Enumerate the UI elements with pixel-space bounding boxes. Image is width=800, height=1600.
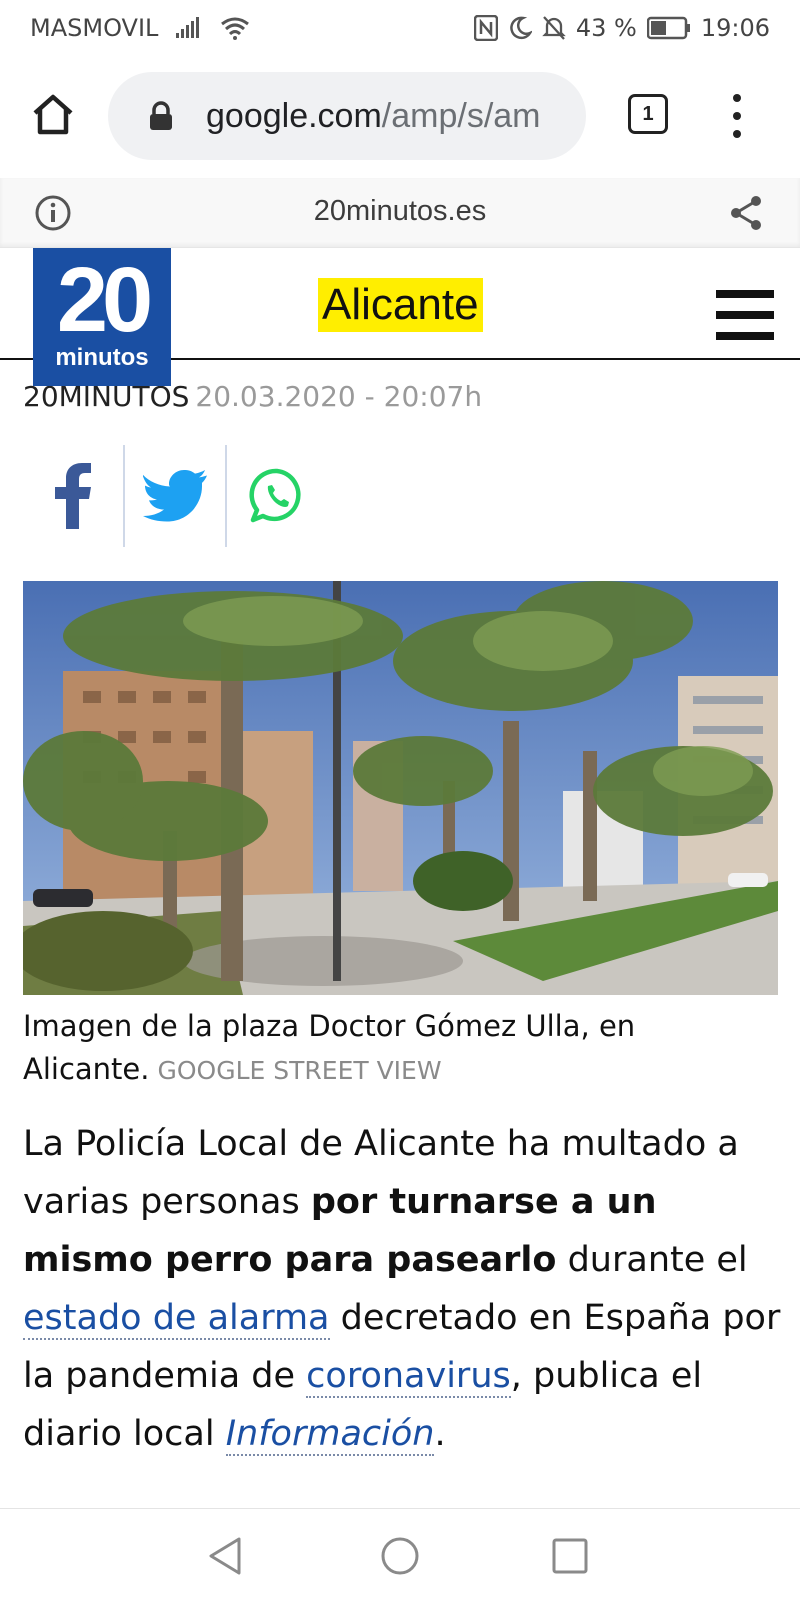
battery-icon	[646, 16, 691, 40]
mute-bell-icon	[542, 15, 566, 41]
share-button[interactable]	[728, 194, 764, 232]
link-coronavirus[interactable]: coronavirus	[306, 1356, 511, 1398]
carrier-name: MASMOVIL	[30, 14, 159, 42]
browser-toolbar: google.com/amp/s/am 1	[0, 56, 800, 174]
tab-switcher-button[interactable]: 1	[628, 94, 668, 134]
facebook-share-button[interactable]	[23, 445, 123, 547]
body-text: .	[434, 1414, 446, 1454]
social-share-bar	[23, 445, 327, 547]
lock-icon	[148, 96, 188, 136]
back-button[interactable]	[200, 1531, 250, 1581]
square-recents-icon	[552, 1538, 588, 1574]
clock: 19:06	[700, 14, 770, 42]
home-nav-button[interactable]	[375, 1531, 425, 1581]
back-icon	[209, 1537, 241, 1575]
overflow-menu-button[interactable]	[722, 94, 752, 138]
share-icon	[731, 196, 761, 230]
system-nav-bar	[0, 1508, 800, 1600]
article-photo[interactable]	[23, 581, 778, 995]
logo-number: 20	[56, 249, 153, 351]
whatsapp-share-button[interactable]	[227, 445, 327, 547]
menu-dot	[733, 94, 741, 102]
signal-icon	[176, 17, 202, 39]
home-button[interactable]	[28, 90, 78, 140]
menu-dot	[733, 130, 741, 138]
section-label[interactable]: Alicante	[318, 278, 483, 332]
hamburger-line	[716, 332, 774, 340]
twitter-icon	[143, 470, 207, 522]
photo-caption: Imagen de la plaza Doctor Gómez Ulla, en…	[23, 1005, 783, 1092]
hamburger-line	[716, 290, 774, 298]
site-logo[interactable]: 20 minutos	[33, 248, 171, 386]
menu-dot	[733, 112, 741, 120]
link-estado-de-alarma[interactable]: estado de alarma	[23, 1298, 330, 1340]
battery-percent: 43 %	[575, 14, 637, 42]
home-icon	[33, 94, 73, 135]
recents-button[interactable]	[545, 1531, 595, 1581]
hamburger-menu-button[interactable]	[716, 290, 774, 340]
article-body: La Policía Local de Alicante ha multado …	[23, 1115, 788, 1463]
hamburger-line	[716, 311, 774, 319]
twitter-share-button[interactable]	[125, 445, 225, 547]
link-informacion[interactable]: Información	[225, 1414, 435, 1456]
nfc-icon	[473, 15, 498, 41]
status-bar: MASMOVIL 43 % 19:06	[0, 0, 800, 56]
moon-icon	[508, 16, 532, 40]
wifi-icon	[220, 16, 250, 40]
article-date: 20.03.2020 - 20:07h	[195, 380, 483, 413]
logo-word: minutos	[55, 344, 149, 371]
body-text: durante el	[556, 1240, 748, 1280]
amp-domain: 20minutos.es	[313, 195, 487, 227]
url-host: google.com	[206, 96, 382, 135]
facebook-icon	[55, 463, 91, 529]
url-path: /amp/s/am	[381, 96, 541, 135]
circle-home-icon	[381, 1537, 419, 1575]
whatsapp-icon	[249, 468, 301, 523]
address-bar[interactable]: google.com/amp/s/am	[108, 72, 586, 160]
site-header: 20 minutos Alicante	[0, 248, 800, 386]
photo-credit: GOOGLE STREET VIEW	[157, 1056, 442, 1085]
amp-header-bar: 20minutos.es	[0, 178, 800, 248]
